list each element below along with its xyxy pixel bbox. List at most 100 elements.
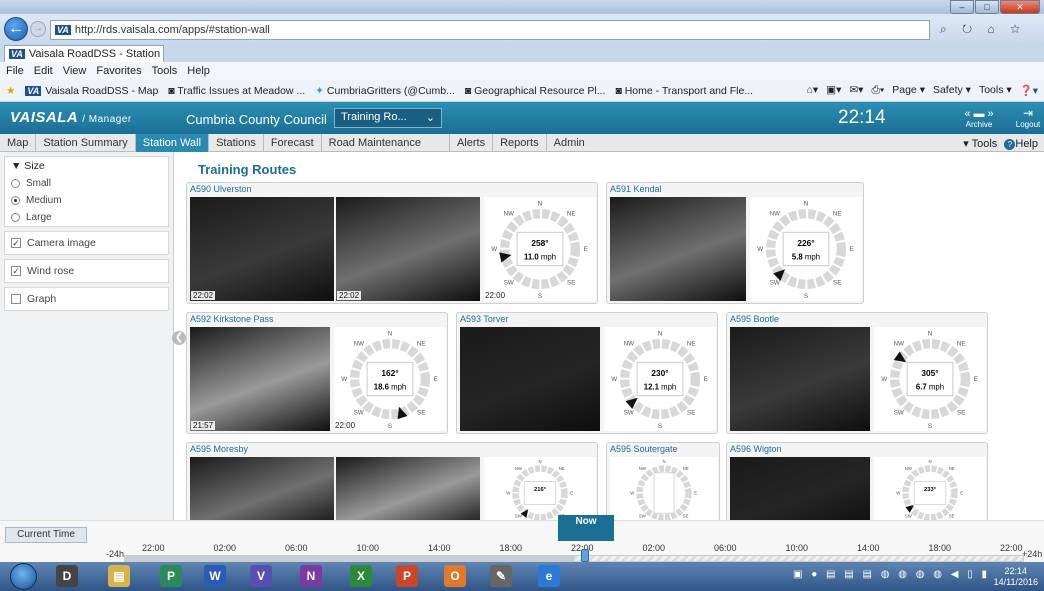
favorite-link[interactable]: VA Vaisala RoadDSS - Map <box>25 85 158 97</box>
maximize-icon[interactable]: □ <box>975 0 999 14</box>
station-name[interactable]: A595 Moresby <box>187 443 597 455</box>
system-tray[interactable]: ▣ ● ▤ ▤ ▤ ◍ ◍ ◍ ◍ ◀ ▯ ▮ <box>793 569 990 580</box>
station-name[interactable]: A593 Torver <box>457 313 717 325</box>
system-clock[interactable]: 22:14 14/11/2016 <box>994 566 1038 588</box>
tab-active[interactable]: VAVaisala RoadDSS - Station ... ✕ <box>4 45 164 62</box>
station-card[interactable]: A595 SoutergateNNEESESSWWNW <box>606 442 720 520</box>
print-icon[interactable]: ⎙▾ <box>871 84 884 97</box>
cmd-safety[interactable]: Safety ▾ <box>933 84 971 97</box>
radio-icon[interactable] <box>11 213 20 222</box>
station-name[interactable]: A595 Bootle <box>727 313 987 325</box>
menu-file[interactable]: File <box>6 65 24 77</box>
camera-image[interactable] <box>336 457 480 520</box>
camera-image[interactable] <box>460 327 600 431</box>
radio-selected-icon[interactable] <box>11 196 20 205</box>
station-name[interactable]: A592 Kirkstone Pass <box>187 313 447 325</box>
help-icon[interactable]: ? <box>1004 139 1016 150</box>
cmd-page[interactable]: Page ▾ <box>892 84 925 97</box>
scroll-left-icon[interactable]: ❮ <box>172 331 186 345</box>
archive-button[interactable]: « ▬ » Archive <box>962 108 996 129</box>
current-time-button[interactable]: Current Time <box>5 527 87 543</box>
camera-image[interactable] <box>190 457 334 520</box>
forward-button[interactable]: → <box>30 21 46 37</box>
camera-image[interactable] <box>730 327 870 431</box>
favorite-link[interactable]: ◙ Home - Transport and Fle... <box>615 85 753 97</box>
checkbox-checked-icon[interactable]: ✓ <box>11 238 21 248</box>
now-button[interactable]: Now <box>558 515 614 541</box>
size-heading[interactable]: ▼ Size <box>5 157 168 175</box>
menu-help[interactable]: Help <box>187 65 210 77</box>
excel-icon[interactable]: X <box>350 565 372 587</box>
station-card[interactable]: A595 Bootle N NE E SE S SW W NW 305° 6.7 mph <box>726 312 988 434</box>
minimize-icon[interactable]: – <box>950 0 974 14</box>
size-option-small[interactable]: Small <box>5 175 168 192</box>
camera-image[interactable]: 22:02 <box>190 197 334 301</box>
station-card[interactable]: A596 WigtonNNEESESSWWNW233° <box>726 442 988 520</box>
station-name[interactable]: A595 Soutergate <box>607 443 719 455</box>
nav-admin[interactable]: Admin <box>547 134 592 152</box>
word-icon[interactable]: W <box>204 565 226 587</box>
size-option-medium[interactable]: Medium <box>5 192 168 209</box>
nav-road-maintenance[interactable]: Road Maintenance <box>322 133 450 152</box>
feeds-icon[interactable]: ▣▾ <box>826 84 841 97</box>
station-name[interactable]: A591 Kendal <box>607 183 863 195</box>
camera-image[interactable]: 22:02 <box>336 197 480 301</box>
station-card[interactable]: A593 Torver N NE E SE S SW W NW 230° 12.1 mph <box>456 312 718 434</box>
close-icon[interactable]: ✕ <box>1000 0 1040 14</box>
nav-station-wall[interactable]: Station Wall <box>135 133 210 152</box>
radio-icon[interactable] <box>11 179 20 188</box>
folder-icon[interactable]: ▤ <box>108 565 130 587</box>
visio-icon[interactable]: V <box>250 565 272 587</box>
menu-favorites[interactable]: Favorites <box>96 65 141 77</box>
toggle-graph[interactable]: Graph <box>4 287 169 311</box>
nav-stations[interactable]: Stations <box>209 133 264 152</box>
size-option-large[interactable]: Large <box>5 209 168 226</box>
back-button[interactable]: ← <box>4 17 28 41</box>
favorite-link[interactable]: ✦ CumbriaGritters (@Cumb... <box>315 85 455 97</box>
publisher-icon[interactable]: P <box>160 565 182 587</box>
menu-edit[interactable]: Edit <box>34 65 53 77</box>
station-card[interactable]: A590 Ulverston 22:02 22:02 N NE E SE S SW W NW 258°… <box>186 182 598 304</box>
camera-image[interactable]: 21:57 <box>190 327 330 431</box>
favorite-link[interactable]: ◙ Geographical Resource Pl... <box>465 85 606 97</box>
checkbox-checked-icon[interactable]: ✓ <box>11 266 21 276</box>
checkbox-icon[interactable] <box>11 294 21 304</box>
station-name[interactable]: A590 Ulverston <box>187 183 597 195</box>
timeline-handle[interactable] <box>581 549 589 562</box>
station-card[interactable]: A591 Kendal N NE E SE S SW W NW 226° 5.8 mph <box>606 182 864 304</box>
internet-explorer-icon[interactable]: e <box>538 565 560 587</box>
favorites-star-icon[interactable]: ★ <box>6 85 15 97</box>
nav-help[interactable]: Help <box>1015 138 1038 150</box>
favorite-link[interactable]: ◙ Traffic Issues at Meadow ... <box>168 85 305 97</box>
station-card[interactable]: A592 Kirkstone Pass 21:57 N NE E SE S SW W NW 162°… <box>186 312 448 434</box>
mail-icon[interactable]: ✉▾ <box>849 84 863 97</box>
logout-button[interactable]: ⇥ Logout <box>1014 106 1042 129</box>
nav-station-summary[interactable]: Station Summary <box>36 133 136 152</box>
app-icon-dell[interactable]: D <box>56 565 78 587</box>
nav-alerts[interactable]: Alerts <box>450 133 494 152</box>
menu-tools[interactable]: Tools <box>152 65 178 77</box>
help-icon[interactable]: ❓▾ <box>1020 84 1038 97</box>
nav-tools[interactable]: ▾ Tools <box>963 138 997 150</box>
toggle-wind-rose[interactable]: ✓ Wind rose <box>4 259 169 283</box>
pen-icon[interactable]: ✎ <box>490 565 512 587</box>
camera-image[interactable] <box>610 197 746 301</box>
station-name[interactable]: A596 Wigton <box>727 443 987 455</box>
url-field[interactable]: VA http://rds.vaisala.com/apps/#station-… <box>50 20 930 40</box>
camera-image[interactable] <box>730 457 870 520</box>
nav-map[interactable]: Map <box>0 133 37 152</box>
nav-reports[interactable]: Reports <box>493 133 547 152</box>
start-button[interactable] <box>10 563 37 590</box>
powerpoint-icon[interactable]: P <box>396 565 418 587</box>
menu-view[interactable]: View <box>63 65 87 77</box>
route-select[interactable]: Training Ro... ⌄ <box>334 108 442 128</box>
url-actions[interactable]: ⌕ ↻ ⌂ ☆ <box>940 22 1026 37</box>
nav-forecast[interactable]: Forecast <box>264 133 322 152</box>
outlook-icon[interactable]: O <box>444 565 466 587</box>
onenote-icon[interactable]: N <box>300 565 322 587</box>
timeline-slider[interactable] <box>124 555 1024 562</box>
toggle-camera-image[interactable]: ✓ Camera image <box>4 231 169 255</box>
home-icon[interactable]: ⌂▾ <box>807 84 819 97</box>
station-card[interactable]: A595 MoresbyNNEESESSWWNW216° <box>186 442 598 520</box>
cmd-tools[interactable]: Tools ▾ <box>979 84 1012 97</box>
